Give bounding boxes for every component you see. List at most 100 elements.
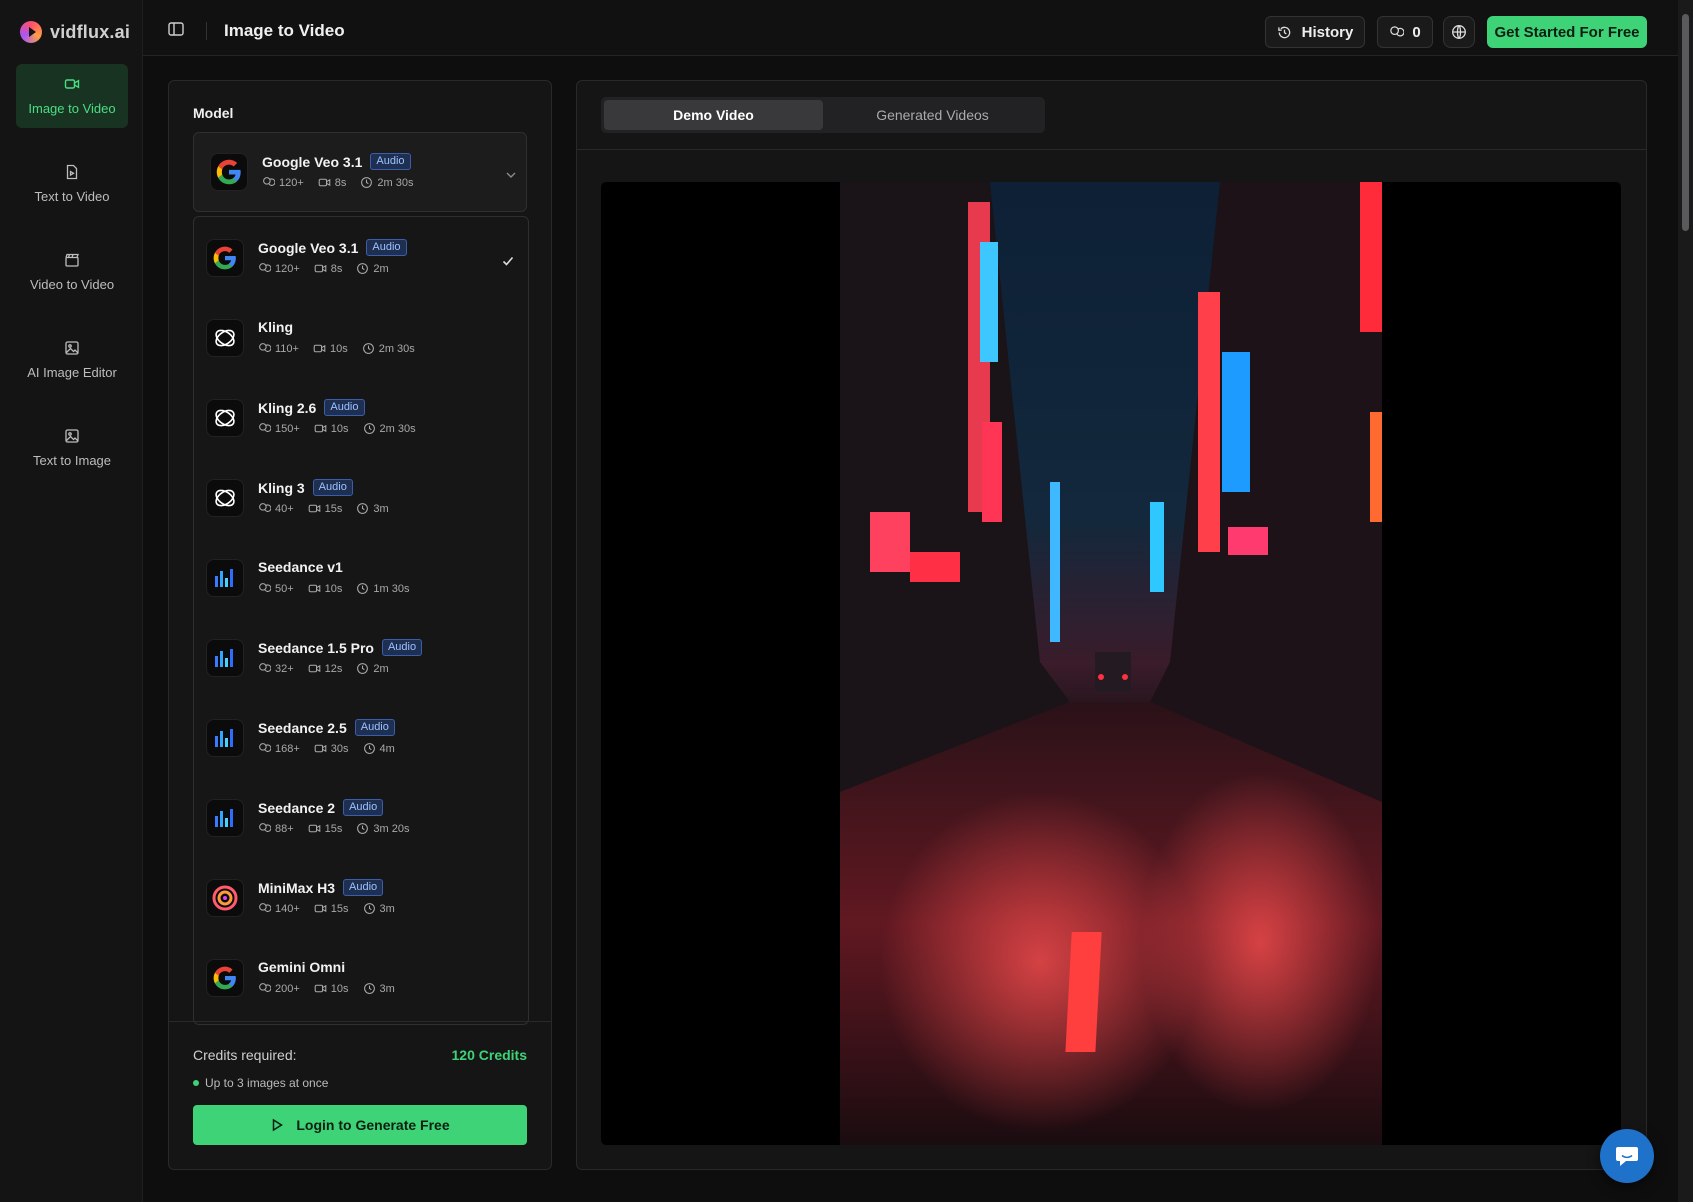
play-icon	[273, 1118, 284, 1132]
coins-icon	[259, 983, 271, 992]
sidebar-item-image-to-video[interactable]: Image to Video	[16, 64, 128, 128]
video-camera-icon	[318, 178, 331, 187]
sidebar-toggle-icon[interactable]	[167, 20, 185, 38]
coins-icon	[1390, 25, 1405, 36]
model-option-meta: 88+ 15s 3m 20s	[258, 822, 419, 835]
google-logo-icon	[206, 239, 244, 277]
google-logo-icon	[210, 153, 248, 191]
clock-icon	[357, 583, 369, 594]
kling-logo-icon	[206, 319, 244, 357]
clock-icon	[363, 423, 375, 434]
language-button[interactable]	[1443, 16, 1475, 48]
seedance-logo-icon	[206, 719, 244, 757]
page-scrollbar[interactable]	[1678, 0, 1693, 1202]
clock-icon	[357, 663, 369, 674]
video-camera-icon	[314, 904, 327, 913]
model-option-meta: 110+ 10s 2m 30s	[258, 342, 424, 355]
sidebar-item-video-to-video[interactable]: Video to Video	[16, 240, 128, 304]
coins-icon	[259, 343, 271, 352]
sidebar: vidflux.ai Image to Video Text to Video …	[0, 0, 143, 1202]
check-icon	[502, 256, 514, 266]
credits-required-label: Credits required:	[193, 1047, 297, 1063]
model-option-name: Kling	[258, 319, 293, 335]
audio-badge: Audio	[354, 719, 395, 736]
model-option[interactable]: Seedance 2 Audio 88+ 15s 3m 20s	[194, 777, 528, 857]
coins-icon	[259, 583, 271, 592]
sidebar-item-text-to-image[interactable]: Text to Image	[16, 416, 128, 480]
logo-text: vidflux.ai	[50, 21, 131, 42]
demo-video-frame	[840, 182, 1382, 1145]
video-player[interactable]	[601, 182, 1621, 1145]
video-camera-icon	[308, 664, 320, 673]
model-option-name: Kling 3 Audio	[258, 479, 353, 496]
model-option[interactable]: Gemini Omni 200+ 10s 3m	[194, 937, 528, 1017]
model-option-meta: 168+ 30s 4m	[258, 742, 404, 755]
seedance-logo-icon	[206, 799, 244, 837]
coins-icon	[259, 263, 271, 272]
globe-icon	[1452, 25, 1466, 39]
chat-button[interactable]	[1600, 1129, 1654, 1183]
clock-icon	[361, 177, 373, 188]
logo[interactable]: vidflux.ai	[20, 18, 130, 46]
model-select[interactable]: Google Veo 3.1 Audio 120+ 8s 2m 30s	[193, 132, 527, 212]
audio-badge: Audio	[381, 639, 423, 656]
clock-icon	[363, 983, 375, 994]
page-title: Image to Video	[224, 21, 345, 40]
model-option-name: Seedance 2.5 Audio	[258, 719, 395, 736]
sidebar-item-ai-image-editor[interactable]: AI Image Editor	[16, 328, 128, 392]
model-option[interactable]: Seedance 1.5 Pro Audio 32+ 12s 2m	[194, 617, 528, 697]
model-option[interactable]: Seedance 2.5 Audio 168+ 30s 4m	[194, 697, 528, 777]
seedance-logo-icon	[206, 559, 244, 597]
model-option-meta: 120+ 8s 2m	[258, 262, 398, 275]
model-option[interactable]: Kling 110+ 10s 2m 30s	[194, 297, 528, 377]
clock-icon	[363, 903, 375, 914]
image-icon	[65, 429, 79, 443]
history-button[interactable]: History	[1265, 16, 1365, 48]
coins-icon	[259, 423, 271, 432]
logo-icon	[20, 21, 42, 43]
video-camera-icon	[314, 984, 327, 993]
model-option-name: Seedance v1	[258, 559, 343, 575]
model-option-name: Google Veo 3.1 Audio	[258, 239, 407, 256]
audio-badge: Audio	[343, 799, 384, 816]
model-label: Model	[193, 105, 234, 121]
clapper-icon	[65, 253, 79, 267]
image-icon	[65, 341, 79, 355]
selected-model-name: Google Veo 3.1 Audio	[262, 153, 411, 170]
scrollbar-thumb[interactable]	[1682, 14, 1689, 231]
model-panel: Model Google Veo 3.1 Audio 120+ 8s 2m 30…	[168, 80, 552, 1170]
tab-demo-video[interactable]: Demo Video	[604, 100, 823, 130]
audio-badge: Audio	[366, 239, 407, 256]
top-bar: Image to Video History 0 Get Started For…	[143, 0, 1678, 56]
audio-badge: Audio	[370, 153, 411, 170]
preview-tabs: Demo Video Generated Videos	[601, 97, 1045, 133]
model-option[interactable]: Google Veo 3.1 Audio 120+ 8s 2m	[194, 217, 528, 297]
clock-icon	[362, 343, 374, 354]
model-option[interactable]: MiniMax H3 Audio 140+ 15s 3m	[194, 857, 528, 937]
divider	[206, 22, 207, 40]
model-option-meta: 150+ 10s 2m 30s	[258, 422, 425, 435]
images-note: Up to 3 images at once	[193, 1076, 328, 1090]
selected-model-meta: 120+ 8s 2m 30s	[262, 176, 422, 189]
model-option-name: Seedance 1.5 Pro Audio	[258, 639, 423, 656]
get-started-button[interactable]: Get Started For Free	[1487, 16, 1647, 48]
model-dropdown: Google Veo 3.1 Audio 120+ 8s 2m Kling 110+ 10s 2…	[193, 216, 529, 1025]
audio-badge: Audio	[343, 879, 384, 896]
model-option[interactable]: Kling 3 Audio 40+ 15s 3m	[194, 457, 528, 537]
tab-generated-videos[interactable]: Generated Videos	[823, 100, 1042, 130]
model-option[interactable]: Seedance v1 50+ 10s 1m 30s	[194, 537, 528, 617]
model-option-meta: 200+ 10s 3m	[258, 982, 404, 995]
credits-button[interactable]: 0	[1377, 16, 1433, 48]
model-option[interactable]: Kling 2.6 Audio 150+ 10s 2m 30s	[194, 377, 528, 457]
audio-badge: Audio	[324, 399, 365, 416]
chevron-down-icon	[506, 172, 516, 178]
sidebar-item-text-to-video[interactable]: Text to Video	[16, 152, 128, 216]
video-camera-icon	[314, 744, 327, 753]
model-option-meta: 40+ 15s 3m	[258, 502, 398, 515]
video-camera-icon	[314, 264, 327, 273]
sidebar-item-label: Video to Video	[29, 277, 115, 292]
clock-icon	[357, 503, 369, 514]
login-generate-button[interactable]: Login to Generate Free	[193, 1105, 527, 1145]
audio-badge: Audio	[312, 479, 353, 496]
model-option-meta: 32+ 12s 2m	[258, 662, 398, 675]
